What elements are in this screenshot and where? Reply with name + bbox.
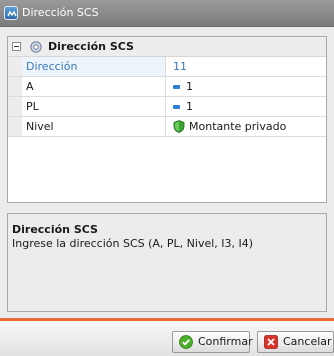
footer-bar: Confirmar Cancelar [0,318,334,356]
title-bar[interactable]: Dirección SCS [0,0,334,27]
property-name: A [22,77,166,96]
confirm-label: Confirmar [198,335,253,348]
gear-icon [30,41,42,53]
shield-icon [173,119,185,133]
flag-icon [173,104,180,109]
check-icon [179,335,193,349]
cancel-label: Cancelar [283,335,332,348]
collapse-icon[interactable] [12,42,21,51]
property-row-pl[interactable]: PL 1 [8,97,326,117]
property-value[interactable]: Montante privado [167,117,326,136]
property-value-text: Montante privado [189,120,287,133]
dialog-window: Dirección SCS Dirección SCS Dirección 11… [0,0,334,356]
category-row[interactable]: Dirección SCS [8,37,326,57]
property-value-text: 11 [173,60,187,73]
property-name: PL [22,97,166,116]
property-value-text: 1 [186,80,193,93]
row-gutter [8,77,22,96]
property-name: Nivel [22,117,166,136]
property-row-nivel[interactable]: Nivel Montante privado [8,117,326,137]
row-gutter [8,97,22,116]
confirm-button[interactable]: Confirmar [172,331,253,353]
description-panel: Dirección SCS Ingrese la dirección SCS (… [7,213,327,312]
flag-icon [173,84,180,89]
row-gutter [8,117,22,136]
category-label: Dirección SCS [48,40,134,53]
description-text: Ingrese la dirección SCS (A, PL, Nivel, … [12,237,254,250]
row-gutter [8,57,22,76]
property-row-a[interactable]: A 1 [8,77,326,97]
property-value[interactable]: 1 [167,97,326,116]
close-icon [264,335,278,349]
description-title: Dirección SCS [12,223,98,236]
app-icon [4,6,18,20]
window-title: Dirección SCS [22,6,99,19]
property-grid: Dirección SCS Dirección 11 A 1 PL 1 Nive… [7,36,327,203]
property-row-direccion[interactable]: Dirección 11 [8,57,326,77]
property-value[interactable]: 1 [167,77,326,96]
property-name: Dirección [22,57,166,76]
cancel-button[interactable]: Cancelar [257,331,334,353]
property-value-text: 1 [186,100,193,113]
property-value[interactable]: 11 [167,57,326,76]
